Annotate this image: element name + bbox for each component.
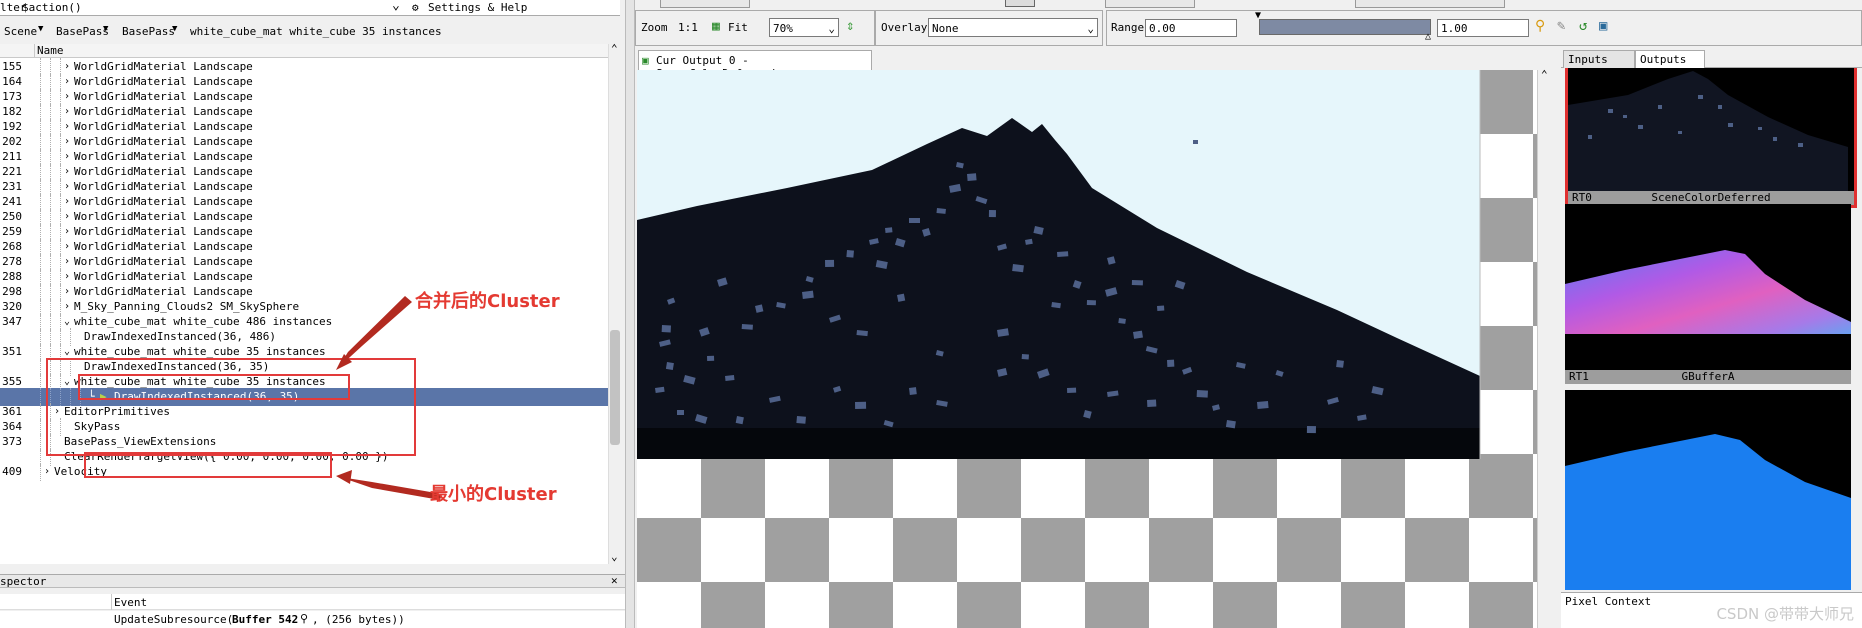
gear-icon[interactable]: ⚙: [412, 1, 419, 14]
tab-inputs[interactable]: Inputs: [1563, 50, 1635, 68]
breadcrumb-caret-icon[interactable]: ▼: [103, 24, 108, 34]
overlay-toolbar: Overlay None ⌄: [875, 10, 1103, 46]
annotation-merged-cluster: 合并后的Cluster: [415, 291, 560, 312]
scroll-down-icon[interactable]: ⌄: [611, 550, 618, 563]
breadcrumb-item-basepass[interactable]: BasePass: [56, 25, 109, 38]
settings-help-button[interactable]: Settings & Help: [428, 1, 527, 14]
inspector-row[interactable]: UpdateSubresource( Buffer 542 ⚲ , (256 b…: [0, 611, 625, 628]
thumbnail-label: RT1 GBufferA: [1565, 370, 1851, 384]
thumbnail-list: RT0 SceneColorDeferred RT1 GBufferA: [1561, 68, 1862, 590]
filter-dropdown-icon[interactable]: ⌄: [392, 0, 400, 13]
overlay-label: Overlay: [881, 21, 928, 34]
event-call: UpdateSubresource(: [114, 613, 234, 626]
inspector-header: Event: [0, 594, 625, 610]
event-id: 409: [2, 465, 22, 478]
texture-icon: ▣: [642, 54, 649, 67]
magnifier-icon[interactable]: ⚲: [1535, 18, 1545, 34]
range-max-input[interactable]: 1.00: [1437, 19, 1529, 37]
range-toolbar: Range 0.00 ▼ △ 1.00 ⚲ ✎ ↺ ▣: [1106, 10, 1862, 46]
range-slider-right-handle[interactable]: △: [1425, 31, 1431, 42]
toolbar-top-button[interactable]: [1005, 0, 1035, 7]
fit-icon[interactable]: ▦: [712, 19, 720, 34]
breadcrumb-caret-icon[interactable]: ▼: [172, 24, 177, 34]
scroll-up-icon[interactable]: ⌃: [611, 42, 618, 55]
texture-scrollbar[interactable]: ⌃: [1537, 68, 1553, 628]
tree-scroll-thumb[interactable]: [610, 330, 620, 445]
event-bytes: , (256 bytes)): [312, 613, 405, 626]
toolbar-top-fragment: [660, 0, 750, 8]
thumbnail-rt0[interactable]: RT0 SceneColorDeferred: [1565, 68, 1857, 208]
texture-view[interactable]: [637, 70, 1537, 628]
column-name[interactable]: Name: [37, 44, 64, 57]
toolbar-top-fragment-3: [1355, 0, 1505, 8]
reset-arrow-icon[interactable]: ↺: [1579, 18, 1587, 34]
eyedropper-icon[interactable]: ✎: [1557, 18, 1565, 34]
breadcrumb-item-scene[interactable]: Scene: [4, 25, 37, 38]
zoom-select[interactable]: 70% ⌄: [769, 18, 839, 37]
breadcrumb: Scene ▼ BasePass ▼ BasePass ▼ white_cube…: [0, 21, 620, 43]
annotation-smallest-cluster: 最小的Cluster: [430, 484, 557, 505]
tree-header: Name: [0, 44, 608, 58]
thumbnail-tabs: Inputs Outputs: [1561, 48, 1862, 68]
range-slider-left-handle[interactable]: ▼: [1255, 10, 1261, 21]
watermark: CSDN @带带大师兄: [1716, 605, 1854, 623]
chevron-down-icon: ⌄: [828, 22, 835, 35]
smallest-cluster-box: [84, 452, 332, 478]
zoom-toolbar: Zoom 1:1 ▦ Fit 70% ⌄ ⇕: [635, 10, 875, 46]
range-slider[interactable]: [1259, 19, 1431, 35]
toolbar-top-fragment-2: [1105, 0, 1195, 8]
tab-cur-output[interactable]: ▣ Cur Output 0 - SceneColorDeferred: [638, 50, 872, 80]
chevron-down-icon: ⌄: [1087, 22, 1094, 35]
flip-arrows-icon[interactable]: ⇕: [846, 18, 854, 34]
breadcrumb-item-current[interactable]: white_cube_mat white_cube 35 instances: [190, 25, 442, 38]
filter-input[interactable]: $action(): [22, 1, 82, 14]
breadcrumb-caret-icon[interactable]: ▼: [38, 24, 43, 34]
tab-outputs[interactable]: Outputs: [1635, 50, 1705, 68]
fit-button[interactable]: Fit: [728, 21, 748, 34]
link-icon[interactable]: ⚲: [300, 612, 308, 625]
tree-scrollbar[interactable]: ⌃ ⌄: [608, 42, 622, 564]
zoom-label: Zoom: [641, 21, 668, 34]
column-event[interactable]: Event: [114, 596, 147, 609]
thumbnail-rt1[interactable]: RT1 GBufferA: [1565, 204, 1851, 384]
range-min-input[interactable]: 0.00: [1145, 19, 1237, 37]
merged-cluster-box: [46, 358, 416, 456]
merged-draw-box: [78, 374, 350, 400]
filter-bar: lter $action() ⌄ ⚙ Settings & Help: [0, 0, 620, 16]
thumbnail-rt2[interactable]: [1565, 390, 1851, 590]
panel-splitter[interactable]: [625, 0, 635, 628]
expand-chevron-icon[interactable]: ›: [42, 463, 52, 481]
overlay-select[interactable]: None ⌄: [928, 18, 1098, 37]
range-label: Range: [1111, 21, 1145, 34]
scroll-up-icon[interactable]: ⌃: [1541, 68, 1548, 81]
api-inspector-label: spector: [0, 575, 47, 588]
event-buffer-link[interactable]: Buffer 542: [232, 613, 298, 626]
zoom-1to1-button[interactable]: 1:1: [678, 21, 698, 34]
close-icon[interactable]: ✕: [611, 574, 618, 587]
histogram-icon[interactable]: ▣: [1599, 18, 1607, 34]
api-inspector-title: spector ✕: [0, 574, 625, 588]
breadcrumb-item-basepass-2[interactable]: BasePass: [122, 25, 175, 38]
pixel-context-title: Pixel Context: [1565, 595, 1652, 608]
thumbnail-label: RT0 SceneColorDeferred: [1568, 191, 1854, 205]
